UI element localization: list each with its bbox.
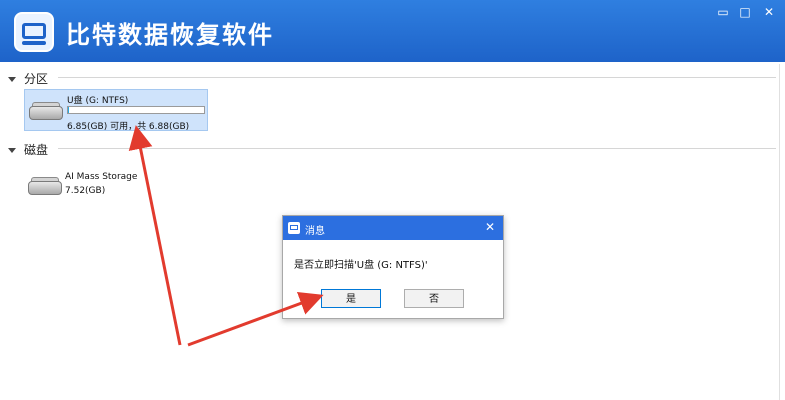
close-button[interactable]: ✕ [758, 4, 780, 20]
section-label: 分区 [24, 72, 49, 86]
no-button[interactable]: 否 [404, 289, 464, 308]
minimize-button[interactable]: ▭ [712, 4, 734, 20]
dialog-app-icon [288, 222, 300, 234]
dialog-close-icon[interactable]: ✕ [485, 220, 495, 234]
dialog-message: 是否立即扫描'U盘 (G: NTFS)' [294, 260, 428, 271]
section-label: 磁盘 [24, 143, 49, 157]
disk-size: 7.52(GB) [65, 186, 106, 196]
dialog-title: 消息 [305, 226, 325, 237]
section-divider [58, 77, 776, 78]
dialog-title-bar: 消息 ✕ [283, 216, 503, 240]
collapse-triangle-icon[interactable] [8, 148, 16, 153]
app-title: 比特数据恢复软件 [66, 21, 274, 49]
usage-bar [67, 106, 205, 114]
title-bar: 比特数据恢复软件 ▭ □ ✕ [0, 0, 785, 62]
yes-button[interactable]: 是 [321, 289, 381, 308]
window-edge [779, 64, 780, 400]
scan-confirm-dialog: 消息 ✕ 是否立即扫描'U盘 (G: NTFS)' 是 否 [282, 215, 504, 319]
drive-icon [29, 102, 63, 120]
partition-name: U盘 (G: NTFS) [67, 96, 129, 106]
partition-item-u-disk[interactable]: U盘 (G: NTFS) 6.85(GB) 可用，共 6.88(GB) [24, 89, 208, 132]
section-divider [58, 148, 776, 149]
disk-item-ai-mass-storage[interactable]: AI Mass Storage 7.52(GB) [24, 170, 208, 202]
partition-usage: 6.85(GB) 可用，共 6.88(GB) [67, 122, 190, 132]
usage-bar-fill [68, 107, 69, 113]
section-header-partition[interactable]: 分区 [8, 70, 48, 90]
section-header-disk[interactable]: 磁盘 [8, 141, 48, 161]
disk-name: AI Mass Storage [65, 172, 138, 182]
drive-icon [28, 177, 62, 195]
maximize-button[interactable]: □ [734, 4, 756, 20]
collapse-triangle-icon[interactable] [8, 77, 16, 82]
app-logo-icon [14, 12, 54, 52]
